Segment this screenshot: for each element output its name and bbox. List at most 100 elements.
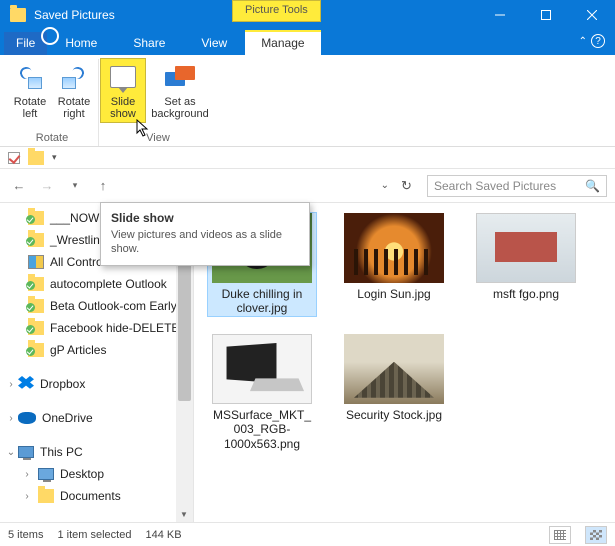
tree-item-documents[interactable]: › Documents [0,485,193,507]
tree-item-thispc[interactable]: ⌄ This PC [0,441,193,463]
quick-access-toolbar: ▾ [0,147,615,169]
folder-icon [10,8,26,22]
qat-folder-icon[interactable] [28,151,44,165]
file-item[interactable]: Login Sun.jpg [340,213,448,316]
nav-up-button[interactable]: ↑ [92,175,114,197]
minimize-button[interactable] [477,0,523,30]
mouse-cursor-icon [136,119,152,139]
file-label: MSSurface_MKT_003_RGB-1000x563.png [210,408,314,451]
set-background-button[interactable]: Set as background [145,59,215,122]
folder-icon [28,233,44,247]
rotate-left-icon [18,65,42,89]
nav-back-button[interactable]: ← [8,175,30,197]
scroll-down-icon[interactable]: ▼ [180,510,188,519]
file-label: Login Sun.jpg [357,287,430,301]
expand-icon[interactable]: › [6,379,16,390]
dropbox-icon [18,376,34,392]
refresh-button[interactable]: ↻ [401,178,421,194]
search-icon: 🔍 [585,179,600,193]
tree-item-label: Facebook hide-DELETE [50,321,179,335]
status-size: 144 KB [145,529,181,541]
tooltip-title: Slide show [111,211,299,225]
tree-item-label: This PC [40,445,83,459]
folder-icon [28,321,44,335]
slide-show-label: Slide show [102,96,144,120]
rotate-left-button[interactable]: Rotate left [8,59,52,122]
tab-share[interactable]: Share [115,32,183,55]
folder-icon [28,277,44,291]
ribbon-tabs: File Home Share View Manage ⌃ ? [0,30,615,55]
tree-item-onedrive[interactable]: › OneDrive [0,407,193,429]
tab-view[interactable]: View [183,32,245,55]
tree-item-label: autocomplete Outlook [50,277,167,291]
details-view-button[interactable] [549,526,571,544]
maximize-button[interactable] [523,0,569,30]
tree-item[interactable]: autocomplete Outlook [0,273,193,295]
tree-item-label: Documents [60,489,121,503]
expand-icon[interactable]: › [22,469,32,480]
tree-item-dropbox[interactable]: › Dropbox [0,373,193,395]
ribbon: Rotate left Rotate right Rotate Slide sh… [0,55,615,147]
folder-icon [28,343,44,357]
slide-show-button[interactable]: Slide show [101,59,145,122]
pc-icon [18,446,34,458]
desktop-icon [38,468,54,480]
file-item[interactable]: msft fgo.png [472,213,580,316]
chevron-down-icon[interactable]: ⌄ [381,180,389,191]
tree-item-label: Desktop [60,467,104,481]
status-count: 5 items [8,529,43,541]
thumbnail [212,334,312,404]
status-selected: 1 item selected [57,529,131,541]
window-title: Saved Pictures [34,8,115,22]
file-item[interactable]: Security Stock.jpg [340,334,448,451]
qat-properties-icon[interactable] [8,152,20,164]
tree-item[interactable]: Beta Outlook-com Early [0,295,193,317]
folder-icon [28,211,44,225]
folder-icon [28,299,44,313]
tree-item[interactable]: gP Articles [0,339,193,361]
tree-item-label: OneDrive [42,411,93,425]
thumbnails-view-button[interactable] [585,526,607,544]
ribbon-group-view: Slide show Set as background View [99,59,217,146]
rotate-right-label: Rotate right [53,96,95,120]
file-item[interactable]: MSSurface_MKT_003_RGB-1000x563.png [208,334,316,451]
breadcrumb[interactable]: ⌄ [120,180,395,191]
search-input[interactable]: Search Saved Pictures 🔍 [427,175,607,197]
set-background-label: Set as background [146,96,214,120]
ribbon-group-rotate-label: Rotate [36,132,68,146]
tree-item-label: Dropbox [40,377,85,391]
onedrive-icon [18,412,36,424]
tree-item-label: Beta Outlook-com Early [50,299,177,313]
thumbnail [344,334,444,404]
tree-item[interactable]: Facebook hide-DELETE [0,317,193,339]
title-bar: Saved Pictures Picture Tools [0,0,615,30]
search-placeholder: Search Saved Pictures [434,179,556,193]
file-label: Duke chilling in clover.jpg [210,287,314,316]
tab-manage[interactable]: Manage [245,30,320,55]
contextual-tab-label: Picture Tools [232,0,321,22]
nav-recent-button[interactable]: ▾ [64,175,86,197]
collapse-icon[interactable]: ⌄ [6,447,16,458]
file-label: msft fgo.png [493,287,559,301]
set-background-icon [165,66,195,88]
tooltip-body: View pictures and videos as a slide show… [111,228,299,257]
ribbon-collapse-icon[interactable]: ⌃ [579,36,587,47]
cortana-icon[interactable] [41,27,59,45]
nav-fwd-button[interactable]: → [36,175,58,197]
tree-item-label: ___NOW [50,211,99,225]
file-label: Security Stock.jpg [346,408,442,422]
tree-item-desktop[interactable]: › Desktop [0,463,193,485]
thumbnail [344,213,444,283]
projector-screen-icon [110,66,136,88]
documents-icon [38,489,54,503]
expand-icon[interactable]: › [6,413,16,424]
rotate-right-icon [62,65,86,89]
qat-customize-icon[interactable]: ▾ [52,152,57,163]
expand-icon[interactable]: › [22,491,32,502]
rotate-right-button[interactable]: Rotate right [52,59,96,122]
rotate-left-label: Rotate left [9,96,51,120]
help-icon[interactable]: ? [591,34,605,48]
status-bar: 5 items 1 item selected 144 KB [0,522,615,546]
control-panel-icon [28,255,44,269]
close-button[interactable] [569,0,615,30]
